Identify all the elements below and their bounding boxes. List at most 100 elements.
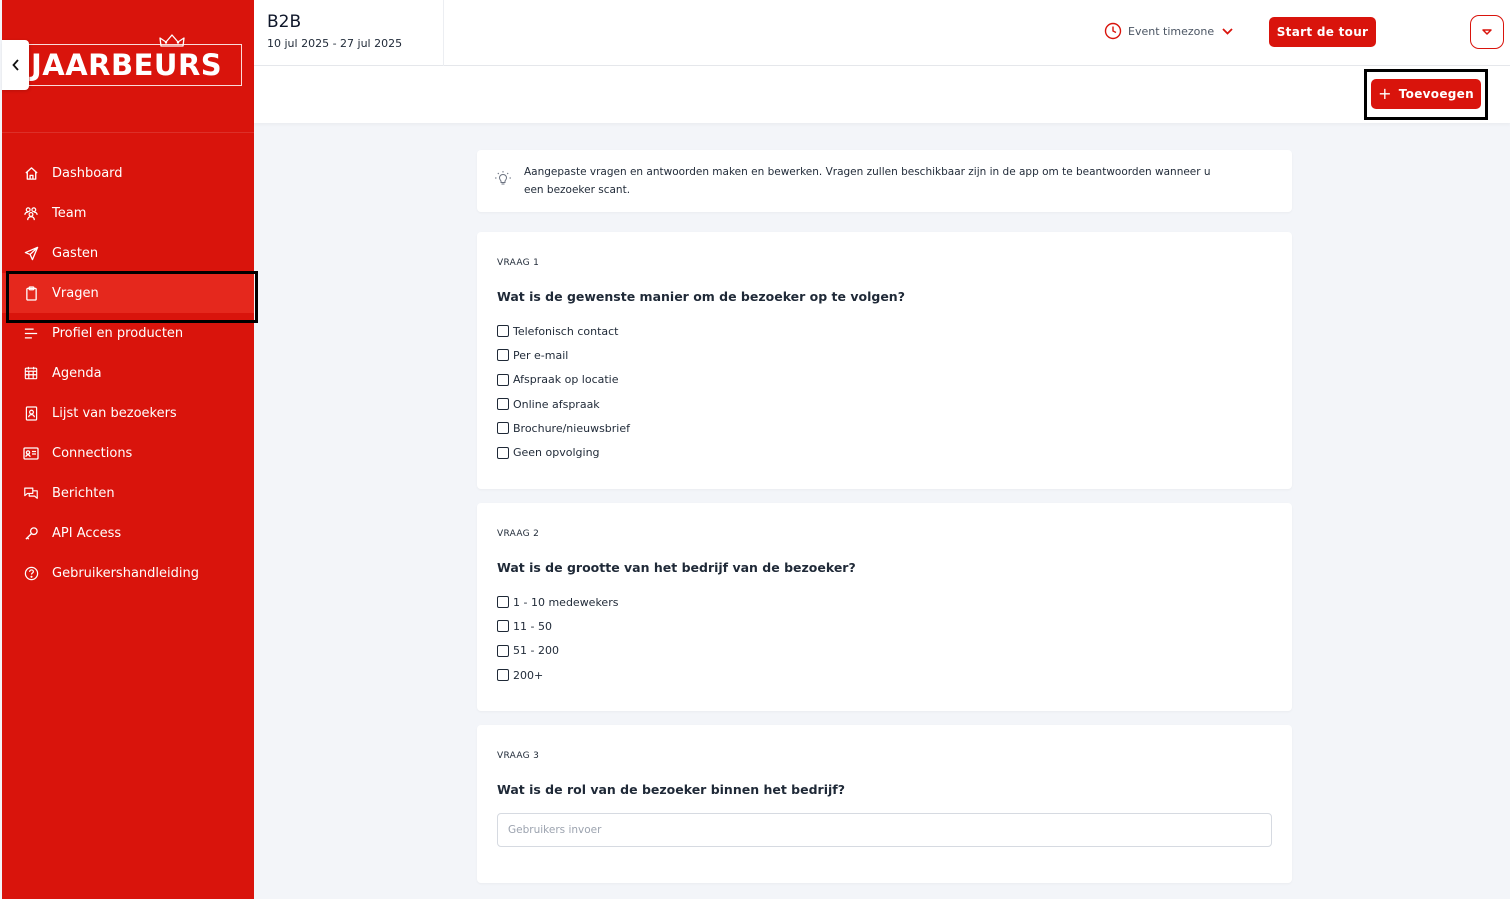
help-circle-icon bbox=[23, 565, 39, 581]
checkbox[interactable] bbox=[497, 325, 509, 338]
checkbox[interactable] bbox=[497, 669, 509, 682]
sidebar-item-agenda[interactable]: Agenda bbox=[2, 353, 254, 393]
option-item[interactable]: Afspraak op locatie bbox=[497, 368, 1272, 392]
add-button-label: Toevoegen bbox=[1398, 87, 1474, 101]
question-number: VRAAG 2 bbox=[497, 529, 540, 539]
event-title: B2B bbox=[267, 12, 302, 32]
checkbox[interactable] bbox=[497, 644, 509, 657]
sidebar-collapse-button[interactable] bbox=[2, 40, 29, 90]
sidebar-item-label: Lijst van bezoekers bbox=[52, 405, 177, 421]
sidebar-item-label: Profiel en producten bbox=[52, 325, 184, 341]
home-icon bbox=[23, 165, 39, 181]
caret-down-icon bbox=[1482, 29, 1492, 35]
users-icon bbox=[23, 205, 39, 221]
option-item[interactable]: Online afspraak bbox=[497, 392, 1272, 416]
sidebar-item-connections[interactable]: Connections bbox=[2, 433, 254, 473]
plus-icon: + bbox=[1378, 84, 1392, 103]
lightbulb-icon bbox=[495, 171, 511, 185]
question-options: Telefonisch contact Per e-mail Afspraak … bbox=[497, 319, 1272, 465]
sidebar-item-label: Vragen bbox=[52, 285, 99, 301]
contact-list-icon bbox=[23, 405, 39, 421]
checkbox[interactable] bbox=[497, 398, 509, 411]
key-icon bbox=[23, 525, 39, 541]
checkbox[interactable] bbox=[497, 596, 509, 609]
clock-icon bbox=[1104, 22, 1122, 40]
checkbox[interactable] bbox=[497, 373, 509, 386]
option-item[interactable]: 11 - 50 bbox=[497, 614, 1272, 638]
sidebar-item-api-access[interactable]: API Access bbox=[2, 513, 254, 553]
checkbox[interactable] bbox=[497, 349, 509, 362]
question-number: VRAAG 3 bbox=[497, 751, 540, 761]
chevron-left-icon bbox=[11, 59, 19, 71]
option-label: Telefonisch contact bbox=[513, 324, 619, 338]
sidebar-item-label: Agenda bbox=[52, 365, 102, 381]
checkbox[interactable] bbox=[497, 422, 509, 435]
page-toolbar: + Toevoegen bbox=[254, 66, 1510, 123]
calendar-icon bbox=[23, 365, 39, 381]
timezone-selector[interactable]: Event timezone bbox=[1104, 22, 1233, 40]
option-label: Geen opvolging bbox=[513, 446, 600, 460]
sidebar-item-label: Connections bbox=[52, 445, 133, 461]
chevron-down-icon bbox=[1222, 27, 1233, 35]
chat-icon bbox=[23, 485, 39, 501]
top-header: B2B 10 jul 2025 - 27 jul 2025 Event time… bbox=[254, 0, 1510, 66]
question-number: VRAAG 1 bbox=[497, 258, 540, 268]
option-item[interactable]: Per e-mail bbox=[497, 343, 1272, 367]
checkbox[interactable] bbox=[497, 620, 509, 633]
option-label: Per e-mail bbox=[513, 348, 569, 362]
add-question-button[interactable]: + Toevoegen bbox=[1371, 79, 1481, 109]
sidebar-item-label: Gasten bbox=[52, 245, 99, 261]
sidebar-item-dashboard[interactable]: Dashboard bbox=[2, 153, 254, 193]
sidebar-item-handleiding[interactable]: Gebruikershandleiding bbox=[2, 553, 254, 593]
clipboard-icon bbox=[23, 285, 39, 301]
option-label: Online afspraak bbox=[513, 397, 600, 411]
sidebar-item-bezoekers[interactable]: Lijst van bezoekers bbox=[2, 393, 254, 433]
sidebar-item-vragen[interactable]: Vragen bbox=[2, 271, 258, 323]
profile-menu-button[interactable] bbox=[1470, 15, 1504, 49]
sidebar-item-profiel[interactable]: Profiel en producten bbox=[2, 313, 254, 353]
sidebar-item-berichten[interactable]: Berichten bbox=[2, 473, 254, 513]
sidebar-item-label: Dashboard bbox=[52, 165, 123, 181]
question-options: 1 - 10 medewekers 11 - 50 51 - 200 200+ bbox=[497, 590, 1272, 687]
checkbox[interactable] bbox=[497, 446, 509, 459]
question-card-2: VRAAG 2 Wat is de grootte van het bedrij… bbox=[477, 503, 1292, 711]
id-card-icon bbox=[23, 445, 39, 461]
option-label: 51 - 200 bbox=[513, 644, 559, 658]
sidebar-item-label: API Access bbox=[52, 525, 122, 541]
option-item[interactable]: 200+ bbox=[497, 663, 1272, 687]
logo-text: JAARBEURS bbox=[31, 48, 223, 82]
option-item[interactable]: Brochure/nieuwsbrief bbox=[497, 416, 1272, 440]
question-card-3: VRAAG 3 Wat is de rol van de bezoeker bi… bbox=[477, 725, 1292, 883]
sidebar-item-label: Team bbox=[52, 205, 87, 221]
question-title: Wat is de rol van de bezoeker binnen het… bbox=[497, 782, 845, 797]
event-dates: 10 jul 2025 - 27 jul 2025 bbox=[267, 37, 403, 50]
timezone-label: Event timezone bbox=[1128, 24, 1215, 38]
option-label: 11 - 50 bbox=[513, 619, 552, 633]
sidebar-divider bbox=[2, 132, 254, 133]
option-item[interactable]: 51 - 200 bbox=[497, 639, 1272, 663]
sidebar-item-label: Berichten bbox=[52, 485, 115, 501]
sidebar-item-label: Gebruikershandleiding bbox=[52, 565, 199, 581]
sidebar-item-gasten[interactable]: Gasten bbox=[2, 233, 254, 273]
option-label: Brochure/nieuwsbrief bbox=[513, 421, 630, 435]
sidebar-item-team[interactable]: Team bbox=[2, 193, 254, 233]
option-item[interactable]: Geen opvolging bbox=[497, 440, 1272, 464]
option-label: Afspraak op locatie bbox=[513, 373, 619, 387]
question-card-1: VRAAG 1 Wat is de gewenste manier om de … bbox=[477, 232, 1292, 489]
start-tour-button[interactable]: Start de tour bbox=[1269, 17, 1376, 47]
info-text: Aangepaste vragen en antwoorden maken en… bbox=[524, 166, 1211, 196]
list-icon bbox=[23, 325, 39, 341]
sidebar-nav: Dashboard Team Gasten Vragen Profiel en … bbox=[2, 153, 258, 593]
question-title: Wat is de gewenste manier om de bezoeker… bbox=[497, 289, 905, 304]
question-title: Wat is de grootte van het bedrijf van de… bbox=[497, 560, 856, 575]
jaarbeurs-logo[interactable]: JAARBEURS bbox=[26, 34, 242, 86]
event-info: B2B 10 jul 2025 - 27 jul 2025 bbox=[254, 0, 444, 66]
option-label: 200+ bbox=[513, 668, 544, 682]
send-icon bbox=[23, 245, 39, 261]
option-label: 1 - 10 medewekers bbox=[513, 595, 619, 609]
sidebar: JAARBEURS Dashboard Team Gasten Vragen P… bbox=[2, 0, 258, 899]
option-item[interactable]: 1 - 10 medewekers bbox=[497, 590, 1272, 614]
answer-input[interactable] bbox=[497, 813, 1272, 847]
info-banner: Aangepaste vragen en antwoorden maken en… bbox=[477, 150, 1292, 212]
option-item[interactable]: Telefonisch contact bbox=[497, 319, 1272, 343]
